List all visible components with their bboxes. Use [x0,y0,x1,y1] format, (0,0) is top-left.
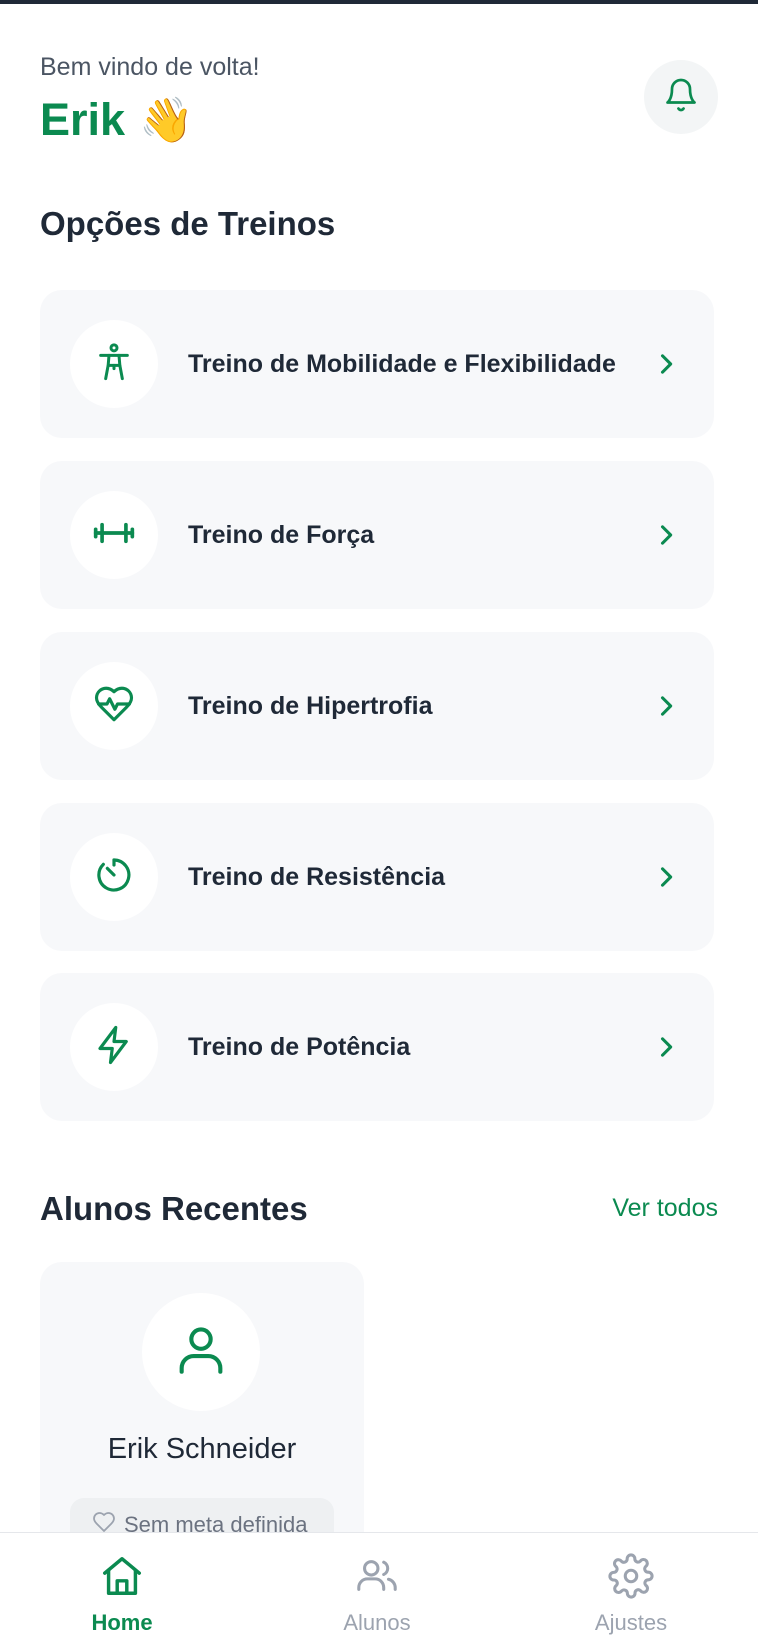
workout-option-label: Treino de Potência [188,1032,411,1061]
dumbbell-icon [92,511,136,560]
see-all-link[interactable]: Ver todos [612,1194,718,1223]
nav-label-alunos: Alunos [343,1610,411,1635]
workout-option-label: Treino de Resistência [188,862,446,891]
option-icon-container [70,491,158,579]
bottom-navigation: Home Alunos Ajustes [0,1532,758,1650]
option-icon-container [70,833,158,921]
home-icon [99,1553,145,1604]
user-name: Erik [40,94,126,145]
option-icon-container [70,320,158,408]
option-icon-container [70,662,158,750]
workout-option-hypertrophy[interactable]: Treino de Hipertrofia [40,632,714,780]
chevron-right-icon [652,521,680,549]
status-bar-edge [0,0,758,4]
person-stretch-icon [94,342,134,387]
wave-emoji: 👋 [139,95,194,146]
nav-label-ajustes: Ajustes [594,1610,668,1635]
workout-option-mobility[interactable]: Treino de Mobilidade e Flexibilidade [40,290,714,438]
student-card[interactable]: Erik Schneider Sem meta definida [40,1262,364,1562]
workout-option-label: Treino de Força [188,520,375,549]
option-icon-container [70,1003,158,1091]
student-name: Erik Schneider [107,1433,297,1465]
header: Bem vindo de volta! Erik 👋 [40,50,718,160]
users-icon [354,1553,400,1604]
gear-icon [608,1553,654,1604]
timer-icon [94,855,134,900]
greeting-text: Bem vindo de volta! [40,53,260,81]
chevron-right-icon [652,692,680,720]
nav-item-home[interactable]: Home [42,1533,202,1650]
chevron-right-icon [652,1033,680,1061]
avatar [142,1293,260,1411]
heart-pulse-icon [93,683,135,730]
recent-students-title: Alunos Recentes [40,1190,308,1227]
user-icon [172,1321,230,1384]
workout-option-strength[interactable]: Treino de Força [40,461,714,609]
chevron-right-icon [652,863,680,891]
chevron-right-icon [652,350,680,378]
notifications-button[interactable] [644,60,718,134]
workout-option-endurance[interactable]: Treino de Resistência [40,803,714,951]
nav-item-alunos[interactable]: Alunos [297,1533,457,1650]
nav-label-home: Home [91,1610,153,1635]
bell-icon [663,77,699,118]
workout-option-label: Treino de Mobilidade e Flexibilidade [188,349,616,378]
workout-option-label: Treino de Hipertrofia [188,691,433,720]
lightning-icon [93,1024,135,1071]
user-name-heading: Erik 👋 [40,94,194,146]
workouts-section-title: Opções de Treinos [40,205,336,242]
nav-item-ajustes[interactable]: Ajustes [551,1533,711,1650]
workout-option-power[interactable]: Treino de Potência [40,973,714,1121]
